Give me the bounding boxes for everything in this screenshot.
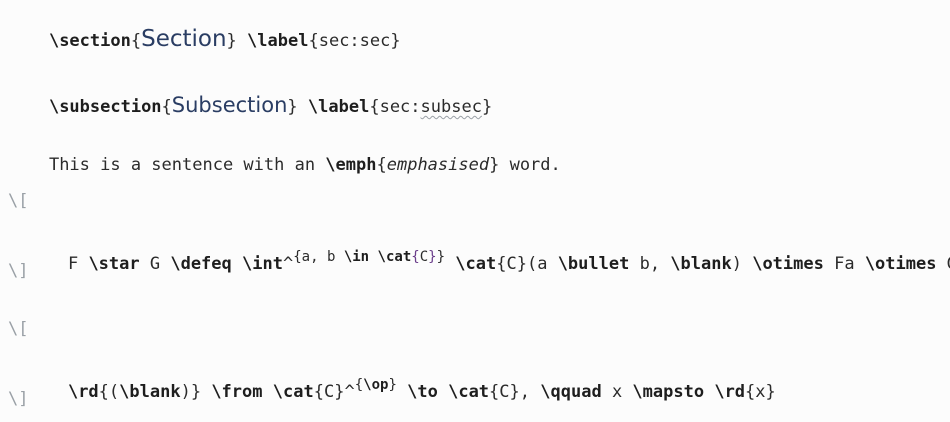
caret: ^ — [282, 254, 294, 274]
otimes-command: \otimes — [752, 254, 824, 274]
math-text: C — [506, 254, 517, 274]
subsection-line[interactable]: \subsection{Subsection} \label{sec:subse… — [8, 72, 492, 140]
superscript: {a, b \in \cat{C}} — [293, 249, 445, 265]
math-text: C — [323, 382, 335, 402]
sentence-text-end: word. — [499, 155, 561, 175]
math-text: x — [601, 382, 633, 402]
math-text: ) — [731, 254, 753, 274]
caret: ^ — [344, 382, 355, 402]
cat-command: \cat — [272, 382, 314, 402]
emph-command: \emph — [325, 155, 377, 175]
brace-close: }, — [509, 382, 531, 402]
subsection-command: \subsection — [48, 97, 162, 117]
brace-close: } — [334, 382, 345, 402]
qquad-command: \qquad — [540, 382, 602, 402]
rd-command: \rd — [67, 382, 99, 402]
rd-command: \rd — [714, 382, 746, 402]
section-heading: Section — [141, 26, 227, 52]
cat-command: \cat — [448, 382, 490, 402]
brace-close: } — [226, 31, 237, 51]
blank-command: \blank — [670, 254, 732, 274]
brace-open: { — [354, 377, 364, 393]
label-value: sec:sec — [318, 31, 391, 51]
brace-open: { — [496, 254, 507, 274]
brace-open: { — [293, 249, 302, 265]
math-text: Gb — [936, 254, 950, 274]
brace-close: } — [765, 382, 776, 402]
sentence-text: This is a sentence with an — [48, 155, 326, 175]
label-command: \label — [307, 97, 370, 117]
int-command: \int — [242, 254, 283, 274]
section-command: \section — [48, 31, 131, 51]
section-line[interactable]: \section{Section} \label{sec:sec} — [8, 6, 401, 74]
math-text: {( — [98, 382, 120, 402]
emphasised-text: emphasised — [386, 155, 490, 175]
superscript: {\op} — [355, 377, 397, 393]
brace-close: } — [287, 97, 298, 117]
math-text: F — [67, 254, 89, 274]
brace-close: } — [388, 377, 397, 393]
brace-open: { — [313, 382, 324, 402]
math-line-2[interactable]: \rd{(\blank)} \from \cat{C}^{\op} \to \c… — [27, 359, 776, 422]
math-line-1[interactable]: F \star G \defeq \int^{a, b \in \cat{C}}… — [27, 231, 950, 298]
display-math-open-1[interactable]: \[ — [8, 190, 28, 212]
label-value-prefix: sec: — [379, 97, 421, 117]
brace-open: { — [308, 31, 319, 51]
math-text: (a — [526, 254, 558, 274]
display-math-open-2[interactable]: \[ — [8, 318, 28, 340]
math-text: a, b — [301, 249, 344, 265]
op-command: \op — [363, 377, 389, 393]
bullet-command: \bullet — [557, 254, 630, 274]
from-command: \from — [211, 382, 263, 402]
display-math-close-2[interactable]: \] — [8, 388, 28, 410]
math-text: C — [419, 249, 429, 265]
mapsto-command: \mapsto — [632, 382, 705, 402]
star-command: \star — [88, 254, 140, 274]
otimes-command: \otimes — [864, 254, 937, 274]
brace-open: { — [161, 97, 172, 117]
brace-close: } — [428, 249, 437, 265]
math-text: )} — [180, 382, 202, 402]
brace-open: { — [369, 97, 380, 117]
latex-editor[interactable]: \section{Section} \label{sec:sec} \subse… — [0, 0, 950, 422]
brace-open: { — [745, 382, 756, 402]
brace-open: { — [489, 382, 500, 402]
math-text: C — [499, 382, 510, 402]
math-text: Fa — [823, 254, 865, 274]
brace-close: } — [489, 155, 500, 175]
brace-close: } — [436, 249, 446, 265]
defeq-command: \defeq — [170, 254, 232, 274]
brace-close: } — [390, 31, 401, 51]
in-command: \in — [343, 249, 370, 265]
math-text: b, — [629, 254, 671, 274]
cat-command: \cat — [455, 254, 497, 274]
label-command: \label — [247, 31, 309, 51]
math-text: x — [755, 382, 766, 402]
brace-close: } — [516, 254, 527, 274]
brace-open: { — [411, 249, 420, 265]
subsection-heading: Subsection — [171, 93, 288, 117]
to-command: \to — [407, 382, 438, 402]
blank-command: \blank — [119, 382, 181, 402]
math-text: G — [139, 254, 171, 274]
cat-command: \cat — [377, 249, 412, 265]
brace-open: { — [376, 155, 387, 175]
sentence-line[interactable]: This is a sentence with an \emph{emphasi… — [8, 132, 561, 198]
spellcheck-word[interactable]: subsec — [421, 97, 482, 117]
brace-open: { — [130, 31, 142, 51]
brace-close: } — [481, 97, 493, 117]
display-math-close-1[interactable]: \] — [8, 260, 28, 282]
